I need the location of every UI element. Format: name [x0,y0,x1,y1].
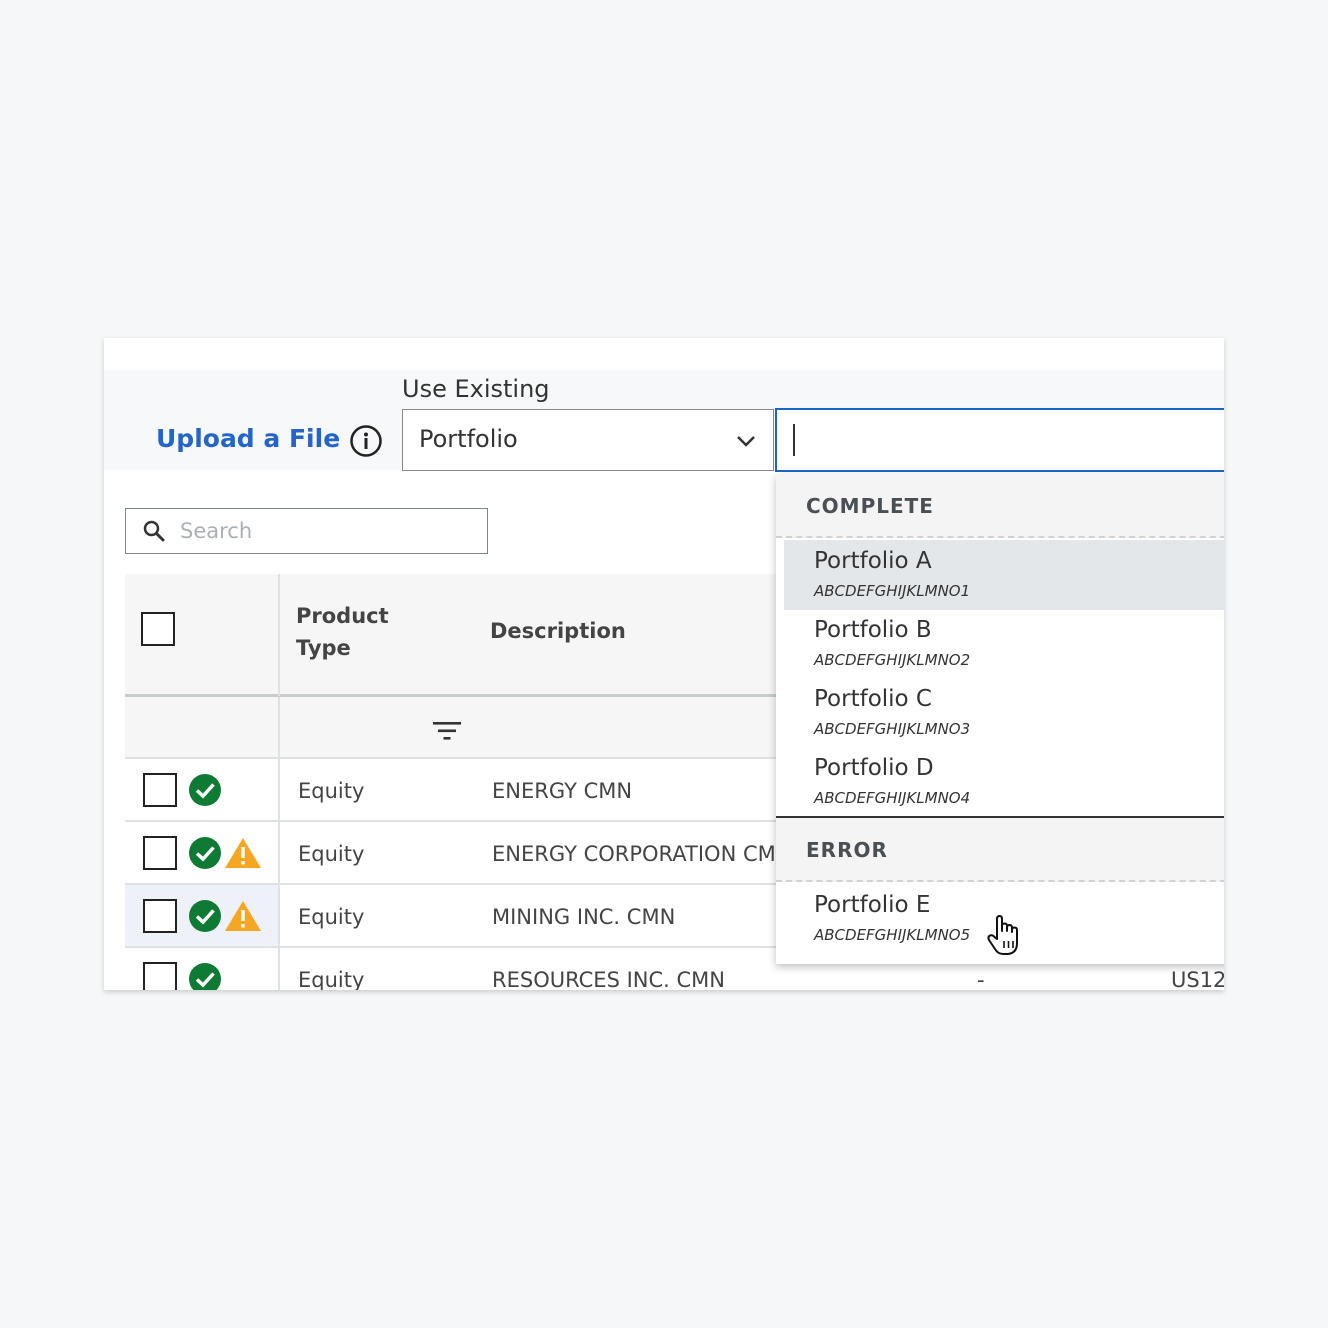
check-circle-icon [189,900,221,932]
cell-identifier: US12 [1171,968,1224,990]
option-code: ABCDEFGHIJKLMNO4 [814,789,971,807]
info-icon[interactable] [349,424,383,458]
portfolio-combobox-input[interactable] [775,408,1224,472]
source-type-value: Portfolio [419,425,518,453]
cell-description: MINING INC. CMN [492,905,676,929]
warning-icon [225,901,261,931]
warning-icon [225,838,261,868]
row-checkbox[interactable] [143,836,177,870]
check-circle-icon [189,963,221,990]
search-input[interactable] [180,513,470,549]
chevron-down-icon [737,436,755,447]
cell-empty-value: - [977,968,985,990]
cell-product-type: Equity [298,968,365,990]
check-circle-icon [189,837,221,869]
group-header-error: ERROR [776,818,1224,882]
row-checkbox[interactable] [143,899,177,933]
check-circle-icon [189,774,221,806]
hand-cursor-icon [987,915,1018,955]
option-code: ABCDEFGHIJKLMNO5 [814,926,971,944]
text-caret [793,424,795,456]
group-label: ERROR [806,838,888,862]
option-code: ABCDEFGHIJKLMNO1 [814,582,971,600]
cell-description: ENERGY CORPORATION CMN [492,842,792,866]
upload-file-link[interactable]: Upload a File [156,424,340,454]
option-portfolio-b[interactable]: Portfolio B ABCDEFGHIJKLMNO2 [784,609,1224,679]
filter-icon[interactable] [432,720,462,742]
column-header-product-type[interactable]: Product Type [296,600,416,664]
cell-description: ENERGY CMN [492,779,633,803]
option-code: ABCDEFGHIJKLMNO2 [814,651,971,669]
column-divider [278,574,280,696]
source-type-select[interactable]: Portfolio [402,409,774,471]
cell-product-type: Equity [298,779,365,803]
option-portfolio-a[interactable]: Portfolio A ABCDEFGHIJKLMNO1 [784,540,1224,610]
select-all-checkbox[interactable] [141,612,175,646]
use-existing-label: Use Existing [402,375,550,403]
row-checkbox[interactable] [143,962,177,990]
group-label: COMPLETE [806,494,934,518]
option-name: Portfolio A [814,548,932,574]
group-header-complete: COMPLETE [776,474,1224,538]
column-header-description[interactable]: Description [490,616,626,646]
option-portfolio-d[interactable]: Portfolio D ABCDEFGHIJKLMNO4 [784,747,1224,817]
option-name: Portfolio C [814,686,932,712]
portfolio-dropdown-list: COMPLETE Portfolio A ABCDEFGHIJKLMNO1 Po… [776,474,1224,964]
portfolio-import-panel: Upload a File Use Existing Portfolio Pro… [104,338,1224,990]
search-icon [143,520,165,542]
cell-product-type: Equity [298,905,365,929]
row-checkbox[interactable] [143,773,177,807]
option-name: Portfolio B [814,617,932,643]
option-code: ABCDEFGHIJKLMNO3 [814,720,971,738]
option-portfolio-c[interactable]: Portfolio C ABCDEFGHIJKLMNO3 [784,678,1224,748]
option-name: Portfolio E [814,892,931,918]
table-search[interactable] [125,508,488,554]
cell-description: RESOURCES INC. CMN [492,968,725,990]
column-divider [278,697,280,990]
cell-product-type: Equity [298,842,365,866]
option-name: Portfolio D [814,755,934,781]
